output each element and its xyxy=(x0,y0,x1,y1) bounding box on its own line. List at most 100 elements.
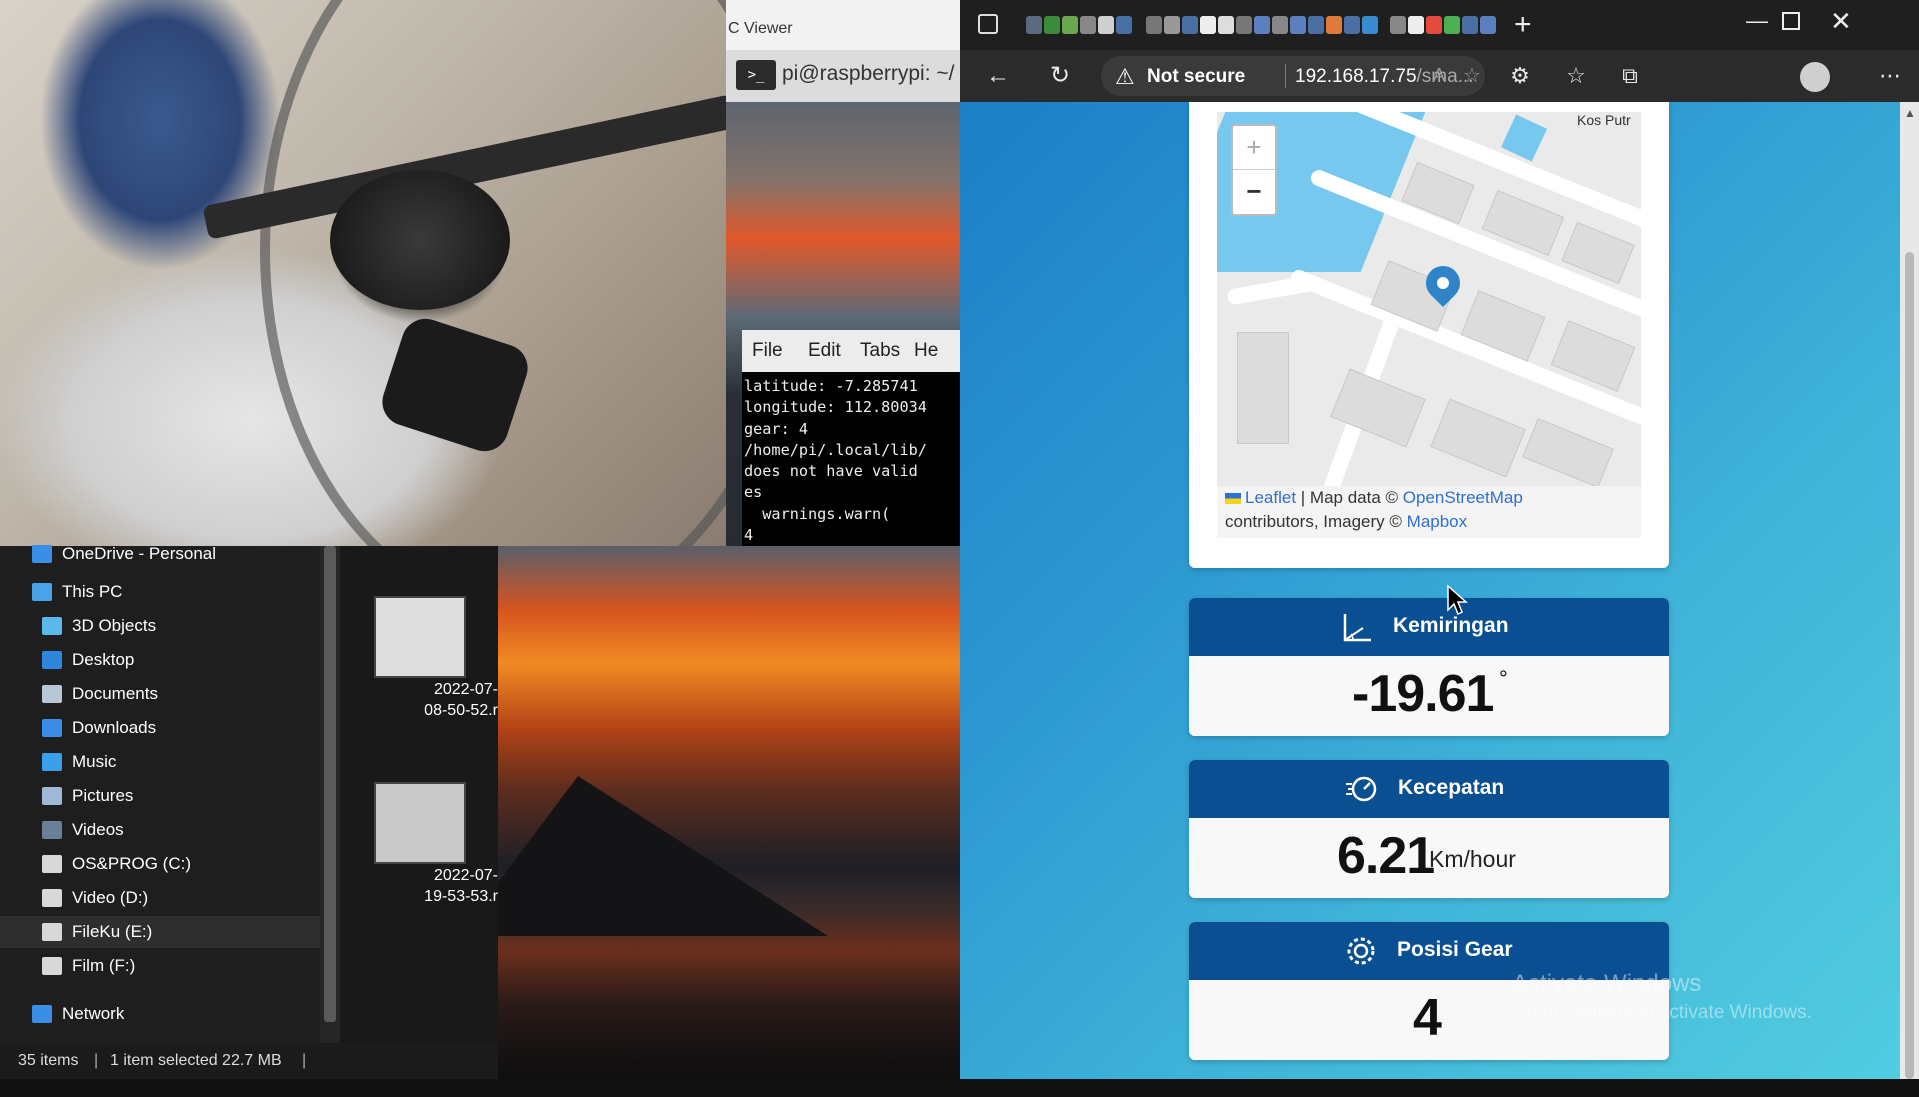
favorites-icon[interactable]: ☆ xyxy=(1556,50,1596,102)
tab-favicon-icon[interactable] xyxy=(1218,16,1234,34)
file-name-line2[interactable]: 19-53-53.r xyxy=(340,887,498,907)
url-host: 192.168.17.75 xyxy=(1295,66,1417,87)
ukraine-flag-icon xyxy=(1225,493,1241,505)
zoom-out-button[interactable]: − xyxy=(1233,170,1275,213)
tab-favicon-icon[interactable] xyxy=(1200,16,1216,34)
back-arrow-icon[interactable]: ← xyxy=(978,50,1018,102)
tab-favicon-icon[interactable] xyxy=(1164,16,1180,34)
file-name-line1[interactable]: 2022-07- xyxy=(340,866,498,886)
tab-actions-icon[interactable] xyxy=(978,14,998,34)
file-thumbnail[interactable] xyxy=(374,782,466,864)
vnc-title-bar[interactable]: C Viewer xyxy=(726,0,960,50)
nav-item[interactable]: OS&PROG (C:) xyxy=(0,848,320,880)
leaflet-link[interactable]: Leaflet xyxy=(1245,488,1296,507)
tab-favicon-icon[interactable] xyxy=(1080,16,1096,34)
music-icon xyxy=(42,753,62,771)
menu-tabs[interactable]: Tabs xyxy=(860,340,900,362)
gear-icon xyxy=(1347,937,1375,965)
close-icon[interactable]: ✕ xyxy=(1830,6,1852,37)
tab-favicon-icon[interactable] xyxy=(1362,16,1378,34)
session-title: pi@raspberrypi: ~/ xyxy=(782,62,955,85)
mapbox-link[interactable]: Mapbox xyxy=(1407,512,1467,531)
warning-icon: ⚠ xyxy=(1115,64,1135,89)
nav-item[interactable]: Video (D:) xyxy=(0,882,320,914)
nav-item[interactable]: Desktop xyxy=(0,644,320,676)
address-bar[interactable]: ⚠ Not secure 192.168.17.75/sma... A ☆ xyxy=(1101,56,1485,96)
url-text: 192.168.17.75/sma... xyxy=(1295,66,1474,88)
tab-favicon-icon[interactable] xyxy=(1146,16,1162,34)
nav-item[interactable]: 3D Objects xyxy=(0,610,320,642)
tab-favicon-icon[interactable] xyxy=(1254,16,1270,34)
new-tab-icon[interactable]: + xyxy=(1514,8,1532,42)
tab-favicon-icon[interactable] xyxy=(1044,16,1060,34)
tab-favicon-icon[interactable] xyxy=(1444,16,1460,34)
tab-favicon-icon[interactable] xyxy=(1326,16,1342,34)
menu-help[interactable]: He xyxy=(914,340,938,362)
maximize-icon[interactable] xyxy=(1782,12,1800,30)
map-building xyxy=(1237,332,1289,444)
tab-favicon-icon[interactable] xyxy=(1026,16,1042,34)
extensions-icon[interactable]: ⚙ xyxy=(1500,50,1540,102)
page-scrollbar-thumb[interactable] xyxy=(1905,252,1914,1079)
speed-title: Kecepatan xyxy=(1398,776,1505,799)
nav-item[interactable]: Music xyxy=(0,746,320,778)
collections-icon[interactable]: ⧉ xyxy=(1610,50,1650,102)
read-aloud-icon[interactable]: A xyxy=(1433,65,1445,86)
tab-favicon-icon[interactable] xyxy=(1182,16,1198,34)
scroll-up-icon[interactable]: ▲ xyxy=(1904,106,1916,120)
tab-favicon-icon[interactable] xyxy=(1426,16,1442,34)
minimize-icon[interactable]: — xyxy=(1746,8,1768,34)
speed-card: Kecepatan 6.21 Km/hour xyxy=(1189,760,1669,898)
vnc-session-tab[interactable]: >_ pi@raspberrypi: ~/ xyxy=(726,50,960,102)
tab-favicon-icon[interactable] xyxy=(1062,16,1078,34)
navigation-scrollbar[interactable] xyxy=(320,546,340,1043)
tab-favicon-icon[interactable] xyxy=(1390,16,1406,34)
tab-favicon-icon[interactable] xyxy=(1236,16,1252,34)
mouse-cursor-icon xyxy=(1447,584,1468,616)
vnc-title: C Viewer xyxy=(728,20,793,37)
tab-favicon-icon[interactable] xyxy=(1480,16,1496,34)
menu-file[interactable]: File xyxy=(752,340,783,362)
page-scrollbar[interactable]: ▲ xyxy=(1900,102,1919,1079)
security-status[interactable]: Not secure xyxy=(1147,66,1245,88)
file-name-line1[interactable]: 2022-07- xyxy=(340,680,498,700)
zoom-in-button[interactable]: + xyxy=(1233,126,1275,170)
nav-item[interactable]: OneDrive - Personal xyxy=(0,538,320,570)
location-map[interactable]: + − Kos Putr xyxy=(1217,112,1641,486)
refresh-icon[interactable]: ↻ xyxy=(1040,50,1080,102)
tab-favicon-icon[interactable] xyxy=(1290,16,1306,34)
map-building xyxy=(1522,418,1614,486)
add-favorite-icon[interactable]: ☆ xyxy=(1463,63,1481,88)
file-name-line2[interactable]: 08-50-52.r xyxy=(340,701,498,721)
drive-icon xyxy=(42,957,62,975)
nav-item[interactable]: Downloads xyxy=(0,712,320,744)
onedrive-icon xyxy=(32,545,52,563)
nav-item[interactable]: Pictures xyxy=(0,780,320,812)
nav-item-label: This PC xyxy=(62,582,123,601)
desktop-icon xyxy=(42,651,62,669)
scrollbar-thumb[interactable] xyxy=(324,546,336,1022)
profile-avatar-icon[interactable] xyxy=(1800,62,1830,92)
nav-item[interactable]: This PC xyxy=(0,576,320,608)
marker-dot xyxy=(1434,274,1452,292)
tab-favicon-icon[interactable] xyxy=(1308,16,1324,34)
file-thumbnail[interactable] xyxy=(374,596,466,678)
derailleur-hub xyxy=(330,170,510,310)
browser-window: + — ✕ ← ↻ ⚠ Not secure 192.168.17.75/sma… xyxy=(960,0,1919,1079)
nav-item[interactable]: FileKu (E:) xyxy=(0,916,320,948)
menu-edit[interactable]: Edit xyxy=(808,340,841,362)
tab-favicon-icon[interactable] xyxy=(1272,16,1288,34)
nav-item[interactable]: Videos xyxy=(0,814,320,846)
nav-item[interactable]: Documents xyxy=(0,678,320,710)
browser-toolbar: ← ↻ ⚠ Not secure 192.168.17.75/sma... A … xyxy=(960,50,1919,102)
nav-item[interactable]: Film (F:) xyxy=(0,950,320,982)
this-pc-icon xyxy=(32,583,52,601)
explorer-status-bar: 35 items | 1 item selected 22.7 MB | xyxy=(0,1043,498,1079)
tab-favicon-icon[interactable] xyxy=(1462,16,1478,34)
openstreetmap-link[interactable]: OpenStreetMap xyxy=(1403,488,1523,507)
more-menu-icon[interactable]: ⋯ xyxy=(1870,50,1910,102)
tab-favicon-icon[interactable] xyxy=(1116,16,1132,34)
tab-favicon-icon[interactable] xyxy=(1408,16,1424,34)
tab-favicon-icon[interactable] xyxy=(1098,16,1114,34)
tab-favicon-icon[interactable] xyxy=(1344,16,1360,34)
